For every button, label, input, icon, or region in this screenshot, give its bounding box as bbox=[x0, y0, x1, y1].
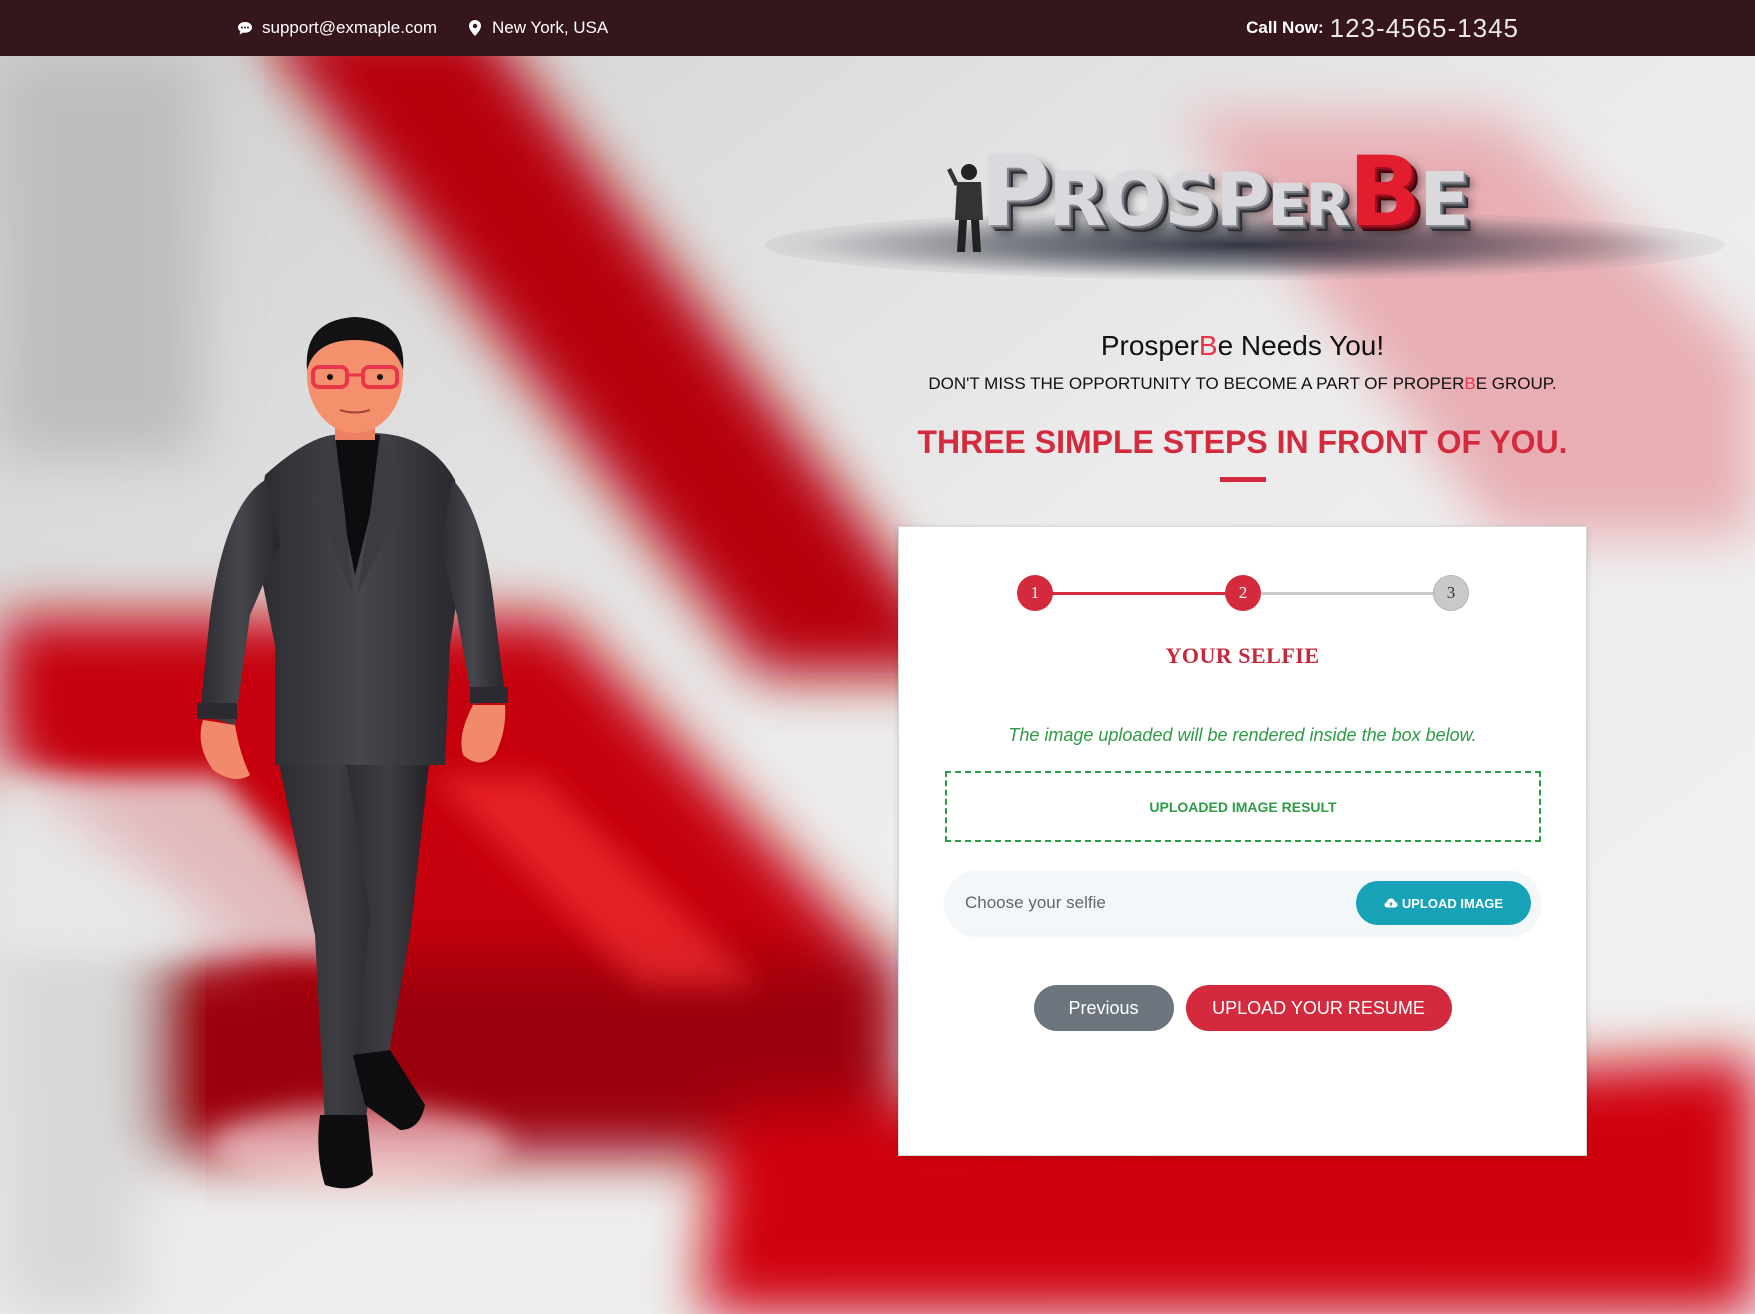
step-1-indicator: 1 bbox=[1017, 575, 1053, 611]
location-text: New York, USA bbox=[492, 18, 609, 37]
map-pin-icon bbox=[466, 19, 484, 37]
phone-number[interactable]: 123-4565-1345 bbox=[1330, 13, 1519, 44]
file-input-placeholder[interactable]: Choose your selfie bbox=[965, 871, 1106, 935]
location-contact: New York, USA bbox=[466, 0, 608, 56]
selfie-file-input[interactable]: Choose your selfie UPLOAD IMAGE bbox=[945, 871, 1541, 935]
step-2-indicator: 2 bbox=[1225, 575, 1261, 611]
upload-button-label: UPLOAD IMAGE bbox=[1401, 895, 1503, 911]
page-subtitle: DON'T MISS THE OPPORTUNITY TO BECOME A P… bbox=[928, 374, 1557, 393]
upload-resume-button[interactable]: UPLOAD YOUR RESUME bbox=[1185, 985, 1452, 1031]
top-contact-bar: support@exmaple.com New York, USA Call N… bbox=[0, 0, 1755, 56]
cloud-upload-icon bbox=[1384, 898, 1398, 908]
recruitment-headline: ProsperBe Needs You! DON'T MISS THE OPPO… bbox=[800, 330, 1685, 482]
uploaded-image-result-box: UPLOADED IMAGE RESULT bbox=[945, 771, 1541, 842]
progress-track-completed bbox=[1035, 592, 1243, 595]
step-3-indicator: 3 bbox=[1433, 575, 1469, 611]
businessman-character-illustration bbox=[195, 315, 555, 1215]
prosperbe-logo[interactable]: PROSPERBE bbox=[745, 130, 1745, 310]
step-progress-indicator: 1 2 3 bbox=[1017, 575, 1469, 611]
email-contact[interactable]: support@exmaple.com bbox=[236, 0, 437, 56]
call-label: Call Now: bbox=[1246, 18, 1324, 37]
call-now[interactable]: Call Now: 123-4565-1345 bbox=[1246, 0, 1519, 56]
upload-image-button[interactable]: UPLOAD IMAGE bbox=[1355, 881, 1531, 925]
steps-title: THREE SIMPLE STEPS IN FRONT OF YOU. bbox=[917, 424, 1568, 460]
logo-wordmark: PROSPERBE bbox=[980, 136, 1470, 248]
page-title: ProsperBe Needs You! bbox=[1100, 330, 1385, 361]
step-heading: YOUR SELFIE bbox=[1165, 643, 1320, 668]
chat-bubble-icon bbox=[236, 19, 254, 37]
email-text: support@exmaple.com bbox=[262, 18, 438, 37]
title-divider bbox=[1219, 477, 1266, 482]
previous-button[interactable]: Previous bbox=[1033, 985, 1174, 1031]
progress-track-pending bbox=[1243, 592, 1451, 595]
form-navigation: Previous UPLOAD YOUR RESUME bbox=[899, 985, 1586, 1031]
application-form-card: 1 2 3 YOUR SELFIE The image uploaded wil… bbox=[898, 526, 1587, 1156]
result-box-label: UPLOADED IMAGE RESULT bbox=[1149, 798, 1337, 815]
upload-info-text: The image uploaded will be rendered insi… bbox=[1008, 725, 1477, 745]
